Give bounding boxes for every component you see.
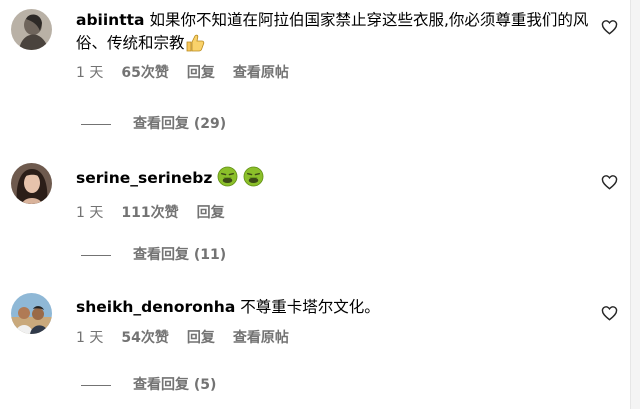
avatar[interactable]: [11, 163, 52, 204]
reply-button[interactable]: 回复: [187, 330, 215, 346]
view-replies-label: 查看回复 (11): [133, 247, 227, 263]
comment-meta: 1 天 65次赞 回复 查看原帖: [76, 63, 596, 83]
thumbs-up-emoji-icon: [185, 34, 205, 59]
likes-count[interactable]: 111次赞: [121, 205, 178, 221]
comment-time[interactable]: 1 天: [76, 205, 103, 221]
avatar[interactable]: [11, 293, 52, 334]
replies-dash: [81, 123, 111, 125]
see-translation-button[interactable]: 查看原帖: [233, 65, 289, 81]
replies-dash: [81, 254, 111, 256]
comment-message: 不尊重卡塔尔文化。: [240, 298, 380, 316]
comment-meta: 1 天 54次赞 回复 查看原帖: [76, 328, 596, 348]
reply-button[interactable]: 回复: [187, 65, 215, 81]
comment-meta: 1 天 111次赞 回复: [76, 203, 596, 223]
comment-message: 如果你不知道在阿拉伯国家禁止穿这些衣服,你必须尊重我们的风俗、传统和宗教: [76, 11, 589, 52]
comment-text: sheikh_denoronha 不尊重卡塔尔文化。: [76, 296, 596, 319]
view-replies-button[interactable]: 查看回复 (11): [81, 245, 226, 265]
view-replies-label: 查看回复 (29): [133, 116, 227, 132]
reply-button[interactable]: 回复: [197, 205, 225, 221]
likes-count[interactable]: 65次赞: [121, 65, 168, 81]
scrollbar[interactable]: [630, 0, 640, 409]
comment-body: serine_serinebz 1 天 111次赞 回复: [76, 166, 596, 223]
replies-dash: [81, 384, 111, 386]
username[interactable]: abiintta: [76, 11, 145, 29]
see-translation-button[interactable]: 查看原帖: [233, 330, 289, 346]
like-heart-icon[interactable]: [601, 174, 618, 190]
comment-time[interactable]: 1 天: [76, 330, 103, 346]
comment-text: abiintta 如果你不知道在阿拉伯国家禁止穿这些衣服,你必须尊重我们的风俗、传…: [76, 9, 596, 59]
view-replies-button[interactable]: 查看回复 (29): [81, 114, 226, 134]
likes-count[interactable]: 54次赞: [121, 330, 168, 346]
comment-time[interactable]: 1 天: [76, 65, 103, 81]
username[interactable]: serine_serinebz: [76, 169, 212, 187]
nauseated-face-emoji-icon: [243, 166, 264, 194]
username[interactable]: sheikh_denoronha: [76, 298, 235, 316]
nauseated-face-emoji-icon: [217, 166, 238, 194]
comment-body: sheikh_denoronha 不尊重卡塔尔文化。 1 天 54次赞 回复 查看原帖: [76, 296, 596, 348]
like-heart-icon[interactable]: [601, 19, 618, 35]
comment-text: serine_serinebz: [76, 166, 596, 194]
view-replies-button[interactable]: 查看回复 (5): [81, 375, 216, 395]
like-heart-icon[interactable]: [601, 305, 618, 321]
avatar[interactable]: [11, 9, 52, 50]
comment-body: abiintta 如果你不知道在阿拉伯国家禁止穿这些衣服,你必须尊重我们的风俗、传…: [76, 9, 596, 83]
view-replies-label: 查看回复 (5): [133, 377, 217, 393]
